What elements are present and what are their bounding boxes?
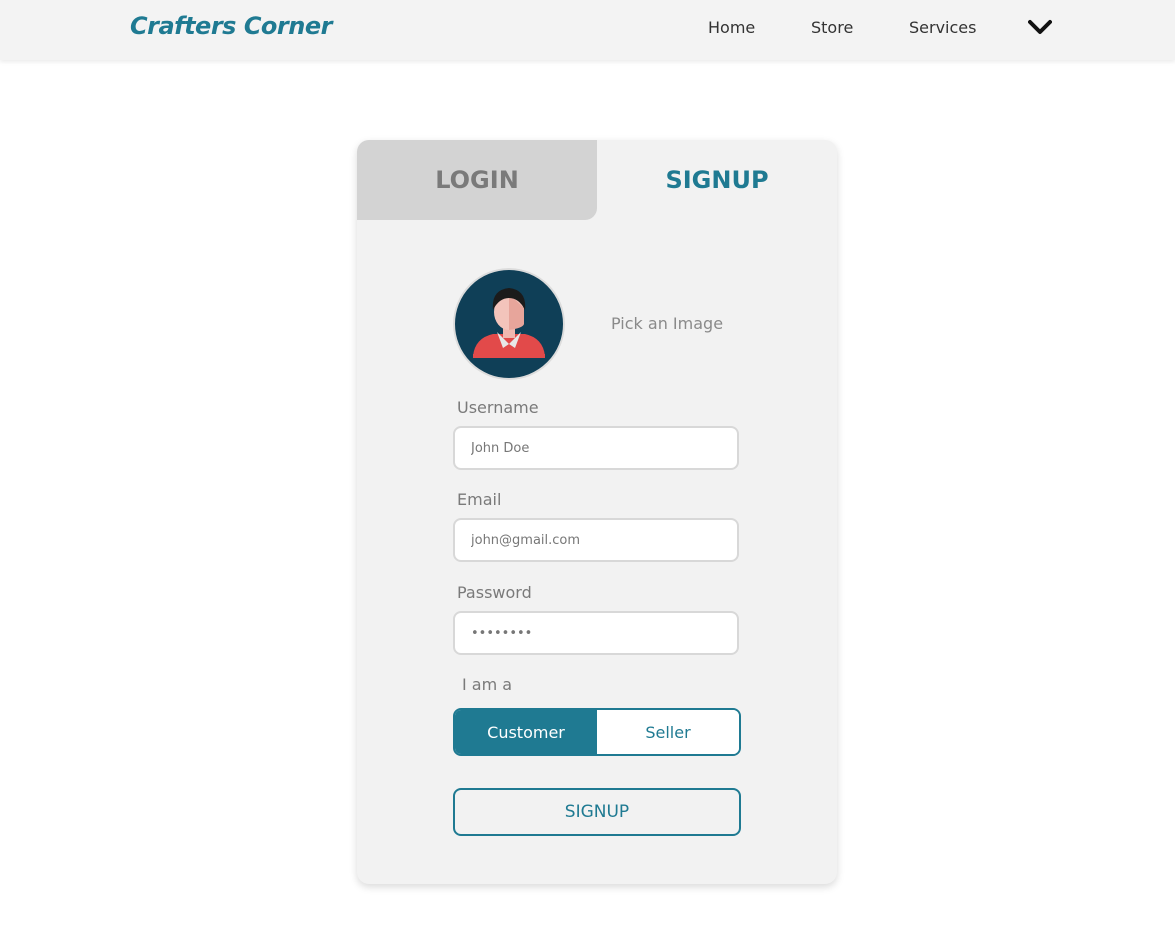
username-input[interactable] — [453, 426, 739, 470]
password-label: Password — [457, 583, 532, 602]
role-label: I am a — [462, 675, 513, 694]
username-label: Username — [457, 398, 539, 417]
role-seller-option[interactable]: Seller — [597, 710, 739, 754]
tab-login[interactable]: LOGIN — [357, 140, 597, 220]
pick-image-link[interactable]: Pick an Image — [611, 314, 723, 333]
role-customer-option[interactable]: Customer — [455, 710, 597, 754]
email-input[interactable] — [453, 518, 739, 562]
auth-card: LOGIN SIGNUP Pick an Image Username Emai… — [357, 140, 837, 884]
top-navbar: Crafters Corner Home Store Services — [0, 0, 1175, 60]
role-toggle: Customer Seller — [453, 708, 741, 756]
avatar-picker[interactable] — [453, 268, 565, 380]
password-input[interactable] — [453, 611, 739, 655]
chevron-down-icon[interactable] — [1028, 17, 1052, 37]
user-avatar-icon — [453, 268, 565, 380]
nav-services-link[interactable]: Services — [909, 18, 976, 37]
email-label: Email — [457, 490, 502, 509]
signup-button[interactable]: SIGNUP — [453, 788, 741, 836]
nav-store-link[interactable]: Store — [811, 18, 853, 37]
tab-signup[interactable]: SIGNUP — [597, 140, 837, 220]
brand-logo[interactable]: Crafters Corner — [130, 12, 332, 40]
nav-home-link[interactable]: Home — [708, 18, 755, 37]
